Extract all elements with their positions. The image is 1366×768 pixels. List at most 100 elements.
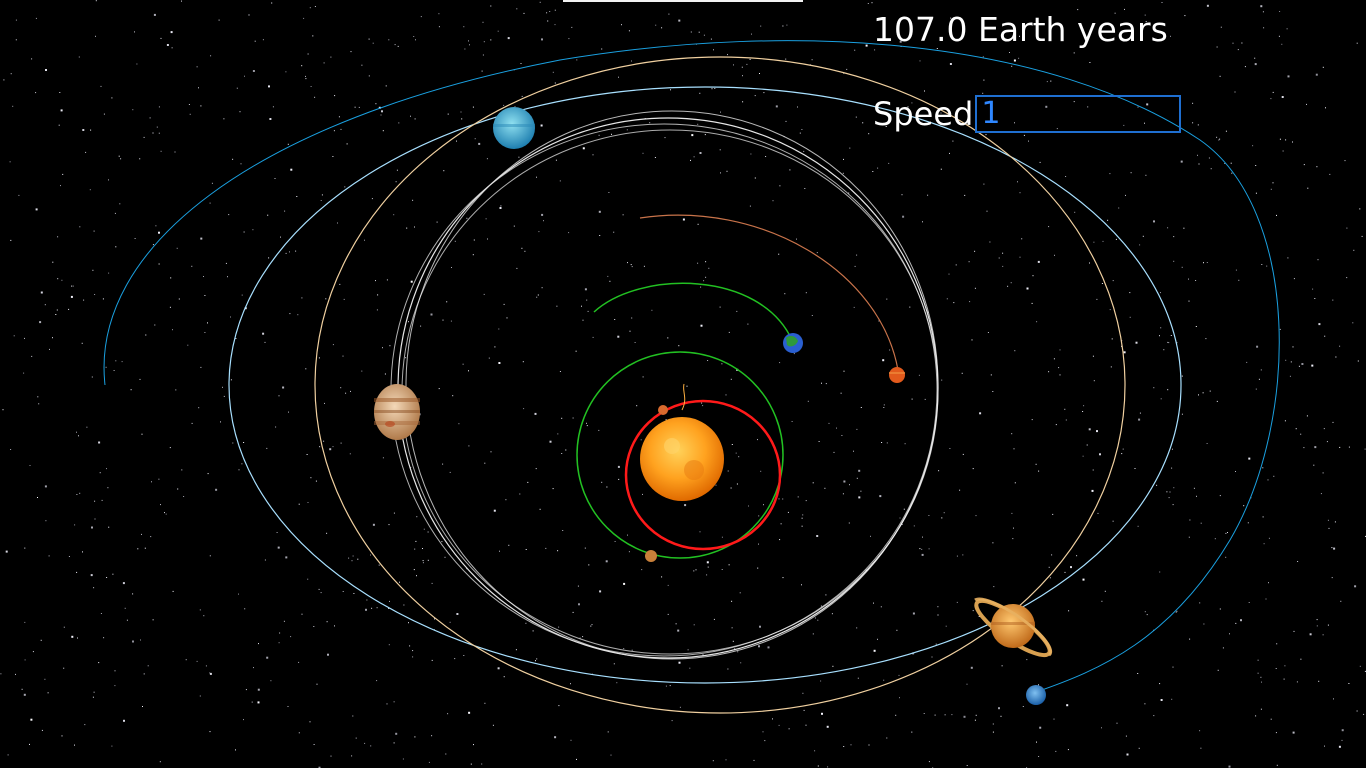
star — [35, 92, 37, 94]
star — [52, 337, 53, 339]
star — [1074, 211, 1076, 213]
star — [1166, 491, 1168, 493]
star — [60, 185, 61, 187]
star — [1088, 428, 1091, 431]
star — [725, 759, 727, 761]
star — [32, 651, 34, 653]
star — [945, 625, 947, 627]
star — [52, 261, 54, 263]
star — [10, 239, 12, 241]
star — [727, 54, 728, 56]
star — [1175, 611, 1177, 613]
star — [329, 448, 332, 451]
star — [690, 159, 691, 161]
star — [62, 173, 64, 175]
star — [139, 158, 141, 160]
star — [143, 673, 145, 675]
star — [149, 117, 151, 119]
star — [523, 12, 525, 14]
star — [1058, 367, 1060, 369]
star — [1255, 192, 1257, 194]
star — [209, 202, 211, 204]
star — [1052, 513, 1054, 515]
star — [350, 390, 351, 392]
star — [375, 280, 376, 282]
star — [693, 156, 695, 158]
star — [384, 373, 386, 375]
star — [962, 554, 964, 556]
star — [1255, 165, 1257, 166]
star — [442, 319, 444, 321]
star — [240, 163, 242, 165]
star — [1109, 173, 1111, 175]
star — [677, 629, 680, 632]
star — [380, 114, 382, 116]
star — [982, 56, 984, 58]
star — [1048, 226, 1050, 228]
speed-label: Speed — [873, 95, 974, 133]
star — [154, 324, 156, 326]
star — [867, 3, 869, 4]
star — [166, 44, 169, 46]
star — [134, 31, 135, 33]
star — [305, 368, 307, 370]
star — [484, 462, 486, 464]
star — [442, 463, 444, 465]
star — [735, 452, 737, 454]
star — [741, 66, 743, 68]
star — [484, 702, 486, 704]
star — [318, 588, 320, 590]
star — [1039, 726, 1042, 729]
star — [396, 169, 398, 171]
star — [1313, 464, 1315, 466]
star — [1268, 582, 1269, 584]
star — [671, 720, 673, 722]
star — [389, 600, 390, 602]
star — [953, 302, 955, 304]
star — [816, 252, 818, 254]
star — [801, 129, 803, 130]
star — [554, 9, 556, 11]
star — [1189, 638, 1191, 640]
star — [1068, 610, 1070, 612]
star — [1335, 356, 1337, 358]
star — [1014, 350, 1016, 352]
star — [200, 366, 202, 368]
star — [241, 294, 243, 296]
star — [78, 435, 79, 437]
star — [232, 442, 234, 444]
star — [796, 238, 797, 240]
star — [1318, 680, 1320, 682]
star — [1160, 398, 1162, 400]
speed-input[interactable] — [975, 95, 1182, 133]
star — [1297, 561, 1299, 562]
star — [1181, 375, 1183, 377]
star — [1248, 602, 1250, 603]
star — [1046, 81, 1048, 83]
star — [243, 442, 245, 443]
star — [591, 624, 593, 626]
star — [691, 134, 694, 137]
star — [1093, 380, 1095, 382]
star — [1181, 413, 1183, 415]
star — [738, 456, 740, 458]
star — [106, 468, 107, 470]
star — [63, 626, 65, 628]
star — [7, 754, 9, 756]
star — [814, 617, 816, 619]
star — [854, 265, 856, 267]
star — [1235, 269, 1237, 271]
star — [339, 283, 341, 285]
star — [29, 465, 31, 466]
star — [24, 337, 25, 339]
star — [486, 158, 488, 160]
star — [719, 149, 721, 151]
star — [478, 142, 481, 145]
star — [319, 446, 321, 448]
neptune-icon — [1026, 685, 1046, 705]
star — [15, 39, 17, 41]
star — [959, 489, 961, 491]
star — [248, 14, 250, 16]
star — [779, 185, 781, 187]
star — [370, 745, 372, 747]
